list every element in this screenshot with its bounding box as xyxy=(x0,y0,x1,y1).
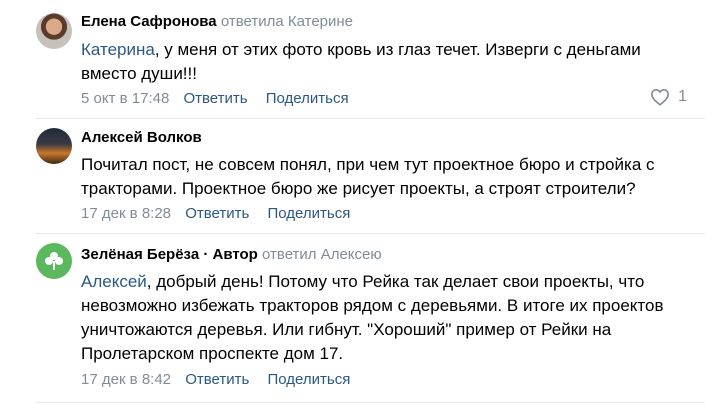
comment-text: Алексей, добрый день! Потому что Рейка т… xyxy=(81,270,691,366)
author-name[interactable]: Елена Сафронова xyxy=(81,13,217,30)
reply-button[interactable]: Ответить xyxy=(185,371,249,388)
mention-link[interactable]: Алексей xyxy=(81,272,147,291)
author-name[interactable]: Зелёная Берёза xyxy=(81,246,199,263)
comment-text: Катерина, у меня от этих фото кровь из г… xyxy=(81,38,691,86)
reply-to-text[interactable]: ответила Катерине xyxy=(221,13,353,30)
like-button[interactable]: 1 xyxy=(650,88,687,106)
author-name[interactable]: Алексей Волков xyxy=(81,129,202,146)
divider xyxy=(36,233,705,234)
share-button[interactable]: Поделиться xyxy=(267,205,350,222)
divider xyxy=(36,118,705,119)
comment-date[interactable]: 5 окт в 17:48 xyxy=(81,90,169,107)
avatar[interactable] xyxy=(36,128,72,164)
comment-date[interactable]: 17 дек в 8:42 xyxy=(81,371,171,388)
comment-text: Почитал пост, не совсем понял, при чем т… xyxy=(81,155,655,198)
leaf-logo-icon xyxy=(45,252,63,270)
comment-date[interactable]: 17 дек в 8:28 xyxy=(81,205,171,222)
avatar[interactable] xyxy=(36,243,72,279)
reply-button[interactable]: Ответить xyxy=(185,205,249,222)
heart-icon xyxy=(651,88,670,106)
comment-body: , добрый день! Потому что Рейка так дела… xyxy=(81,272,664,363)
like-count: 1 xyxy=(678,88,687,105)
avatar[interactable] xyxy=(36,13,72,49)
author-badge: · Автор xyxy=(199,246,258,263)
divider xyxy=(36,402,705,403)
comment-body: , у меня от этих фото кровь из глаз тече… xyxy=(81,40,641,83)
share-button[interactable]: Поделиться xyxy=(267,371,350,388)
reply-to-text[interactable]: ответил Алексею xyxy=(262,246,382,263)
share-button[interactable]: Поделиться xyxy=(266,90,349,107)
mention-link[interactable]: Катерина xyxy=(81,40,155,59)
reply-button[interactable]: Ответить xyxy=(183,90,247,107)
